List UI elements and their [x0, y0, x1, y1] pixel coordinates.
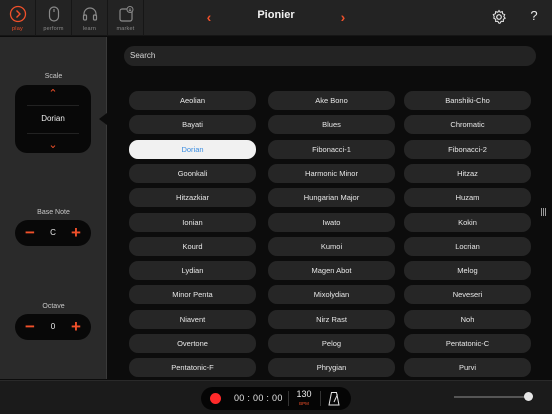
drag-handle-icon[interactable]: [541, 203, 547, 216]
metronome-icon[interactable]: [328, 391, 340, 406]
scale-option[interactable]: Huzam: [404, 188, 531, 208]
bpm-label: BPM: [299, 401, 309, 406]
scale-option[interactable]: Minor Penta: [129, 285, 256, 305]
scale-picker[interactable]: ⌃ Dorian ⌄: [15, 85, 91, 153]
scale-label: Scale: [44, 73, 63, 80]
scale-option[interactable]: Iwato: [268, 212, 395, 232]
scale-option[interactable]: Banshiki-Cho: [404, 91, 531, 110]
scale-value: Dorian: [41, 114, 65, 123]
search-field[interactable]: Search: [124, 46, 536, 66]
scale-option[interactable]: Magen Abot: [268, 261, 395, 281]
scale-option[interactable]: Pentatonic-F: [129, 358, 256, 378]
scale-up-button[interactable]: ⌃: [15, 87, 91, 100]
divider: [288, 391, 289, 406]
tab-label: play: [12, 26, 23, 32]
top-bar: play perform learn market ‹ Pionier › ?: [0, 0, 552, 36]
next-preset-button[interactable]: ›: [336, 8, 350, 26]
scale-option[interactable]: Neveseri: [404, 285, 531, 305]
scale-option[interactable]: Ionian: [129, 212, 256, 232]
base-note-value: C: [50, 228, 56, 237]
scale-option[interactable]: Mixolydian: [268, 285, 395, 305]
time-display: 00 : 00 : 00: [234, 393, 283, 403]
divider: [27, 105, 79, 106]
settings-panel: Scale ⌃ Dorian ⌄ Base Note − C + Octave …: [0, 37, 107, 379]
scale-option[interactable]: Niavent: [129, 309, 256, 329]
scale-option[interactable]: Blues: [268, 115, 395, 135]
scale-option[interactable]: Dorian: [129, 139, 256, 159]
scale-option[interactable]: Pelog: [268, 334, 395, 353]
scale-down-button[interactable]: ⌄: [15, 138, 91, 151]
scale-option[interactable]: Kumoi: [268, 236, 395, 256]
market-icon: [118, 6, 133, 22]
scale-option[interactable]: Kourd: [129, 236, 256, 256]
base-note-plus-button[interactable]: +: [64, 221, 88, 245]
octave-plus-button[interactable]: +: [64, 315, 88, 339]
record-button[interactable]: [210, 393, 221, 404]
scale-option[interactable]: Hitzazkiar: [129, 188, 256, 208]
tab-label: perform: [43, 26, 64, 32]
scale-option[interactable]: Melog: [404, 261, 531, 281]
scale-option[interactable]: Aeolian: [129, 91, 256, 110]
transport-bar: 00 : 00 : 00 130 BPM: [201, 387, 351, 410]
scale-option[interactable]: Fibonacci-1: [268, 139, 395, 159]
divider: [27, 133, 79, 134]
scale-option[interactable]: Noh: [404, 309, 531, 329]
scale-option[interactable]: Purvi: [404, 358, 531, 378]
tab-label: learn: [82, 26, 97, 32]
help-button[interactable]: ?: [526, 8, 542, 26]
base-note-stepper[interactable]: − C +: [15, 220, 91, 246]
mouse-icon: [48, 6, 59, 22]
scale-option[interactable]: Phrygian: [268, 358, 395, 378]
tab-label: market: [116, 26, 135, 32]
tab-play[interactable]: play: [0, 0, 36, 36]
headphones-icon: [82, 7, 97, 21]
previous-preset-button[interactable]: ‹: [202, 8, 216, 26]
base-note-label: Base Note: [37, 209, 70, 216]
scale-option[interactable]: Goonkali: [129, 163, 256, 183]
volume-slider-track[interactable]: [454, 396, 530, 398]
tab-perform[interactable]: perform: [36, 0, 72, 36]
scale-option[interactable]: Hitzaz: [404, 163, 531, 183]
divider: [320, 391, 321, 406]
scale-option[interactable]: Harmonic Minor: [268, 163, 395, 183]
scale-option[interactable]: Hungarian Major: [268, 188, 395, 208]
bpm-value[interactable]: 130: [293, 389, 315, 399]
preset-title: Pionier: [257, 9, 295, 21]
selection-pointer: [99, 113, 107, 125]
octave-value: 0: [50, 322, 56, 331]
tab-learn[interactable]: learn: [72, 0, 108, 36]
scale-option[interactable]: Chromatic: [404, 115, 531, 135]
search-placeholder: Search: [130, 51, 156, 60]
scale-option[interactable]: Pentatonic-C: [404, 334, 531, 353]
scale-option[interactable]: Overtone: [129, 334, 256, 353]
scale-option[interactable]: Bayati: [129, 115, 256, 135]
scale-option[interactable]: Locrian: [404, 236, 531, 256]
octave-label: Octave: [42, 303, 65, 310]
octave-stepper[interactable]: − 0 +: [15, 314, 91, 340]
scale-option[interactable]: Fibonacci-2: [404, 139, 531, 159]
play-icon: [9, 5, 26, 23]
scale-option[interactable]: Nirz Rast: [268, 309, 395, 329]
gear-icon[interactable]: [491, 9, 507, 25]
scale-option[interactable]: Lydian: [129, 261, 256, 281]
scale-option[interactable]: Kokin: [404, 212, 531, 232]
scale-option[interactable]: Ake Bono: [268, 91, 395, 110]
tab-market[interactable]: market: [108, 0, 144, 36]
